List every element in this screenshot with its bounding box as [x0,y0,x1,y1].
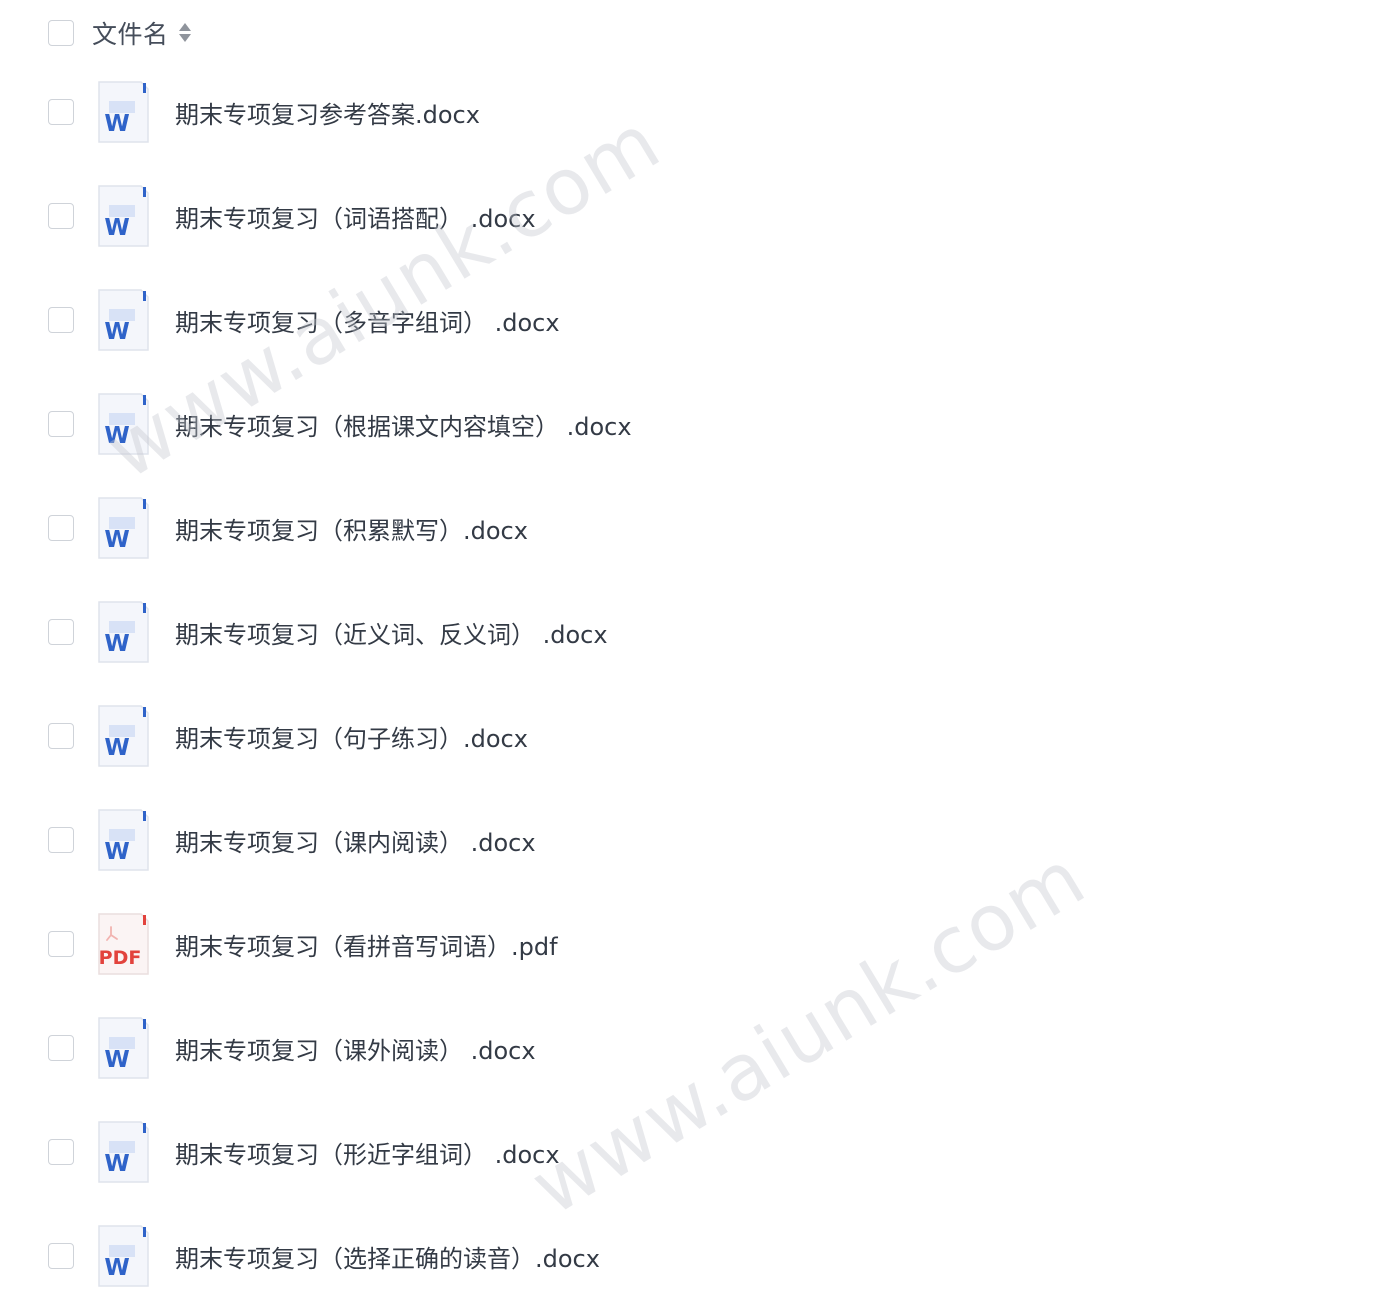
file-row[interactable]: PDF 期末专项复习（看拼音写词语）.pdf [48,913,558,975]
file-row[interactable]: W 期末专项复习（多音字组词） .docx [48,289,560,351]
word-icon-label: W [104,423,129,449]
file-row-checkbox[interactable] [48,203,74,229]
sort-icon[interactable] [178,21,191,45]
file-row-checkbox[interactable] [48,619,74,645]
word-icon-label: W [104,215,129,241]
file-row[interactable]: W 期末专项复习（近义词、反义词） .docx [48,601,608,663]
file-row-checkbox[interactable] [48,307,74,333]
file-name-link[interactable]: 期末专项复习（根据课文内容填空） .docx [175,407,632,442]
file-row-checkbox[interactable] [48,99,74,125]
file-name-link[interactable]: 期末专项复习（课内阅读） .docx [175,823,536,858]
file-row[interactable]: W 期末专项复习（句子练习）.docx [48,705,528,767]
word-file-icon: W [97,601,149,663]
word-file-icon: W [97,1017,149,1079]
word-file-icon: W [97,705,149,767]
file-row[interactable]: W 期末专项复习（课内阅读） .docx [48,809,536,871]
word-file-icon: W [97,393,149,455]
file-row-checkbox[interactable] [48,827,74,853]
file-name-link[interactable]: 期末专项复习（看拼音写词语）.pdf [175,927,558,962]
word-file-icon: W [97,497,149,559]
file-row[interactable]: W 期末专项复习（词语搭配） .docx [48,185,536,247]
word-file-icon: W [97,289,149,351]
word-icon-label: W [104,735,129,761]
file-row[interactable]: W 期末专项复习（课外阅读） .docx [48,1017,536,1079]
file-name-link[interactable]: 期末专项复习（形近字组词） .docx [175,1135,560,1170]
select-all-checkbox[interactable] [48,20,74,46]
column-header-filename[interactable]: 文件名 [92,15,169,51]
file-row-checkbox[interactable] [48,723,74,749]
word-file-icon: W [97,1121,149,1183]
file-row[interactable]: W 期末专项复习（选择正确的读音）.docx [48,1225,600,1287]
file-row-checkbox[interactable] [48,411,74,437]
file-name-link[interactable]: 期末专项复习（课外阅读） .docx [175,1031,536,1066]
word-file-icon: W [97,185,149,247]
word-icon-label: W [104,111,129,137]
file-row-checkbox[interactable] [48,931,74,957]
file-row[interactable]: W 期末专项复习参考答案.docx [48,81,480,143]
pdf-file-icon: PDF [97,913,149,975]
word-icon-label: W [104,1151,129,1177]
word-icon-label: W [104,1047,129,1073]
file-list-header: 文件名 [48,14,191,52]
word-icon-label: W [104,839,129,865]
file-row-checkbox[interactable] [48,1139,74,1165]
file-row[interactable]: W 期末专项复习（积累默写）.docx [48,497,528,559]
word-file-icon: W [97,809,149,871]
word-icon-label: W [104,319,129,345]
file-name-link[interactable]: 期末专项复习（句子练习）.docx [175,719,528,754]
file-name-link[interactable]: 期末专项复习（积累默写）.docx [175,511,528,546]
pdf-icon-label: PDF [99,947,142,969]
file-name-link[interactable]: 期末专项复习参考答案.docx [175,95,480,130]
word-icon-label: W [104,631,129,657]
file-row-checkbox[interactable] [48,515,74,541]
file-name-link[interactable]: 期末专项复习（近义词、反义词） .docx [175,615,608,650]
file-row-checkbox[interactable] [48,1243,74,1269]
file-row-checkbox[interactable] [48,1035,74,1061]
file-name-link[interactable]: 期末专项复习（选择正确的读音）.docx [175,1239,600,1274]
word-icon-label: W [104,1255,129,1281]
file-name-link[interactable]: 期末专项复习（多音字组词） .docx [175,303,560,338]
file-list: 文件名 W 期末专项复习参考答案.docx W 期末专项复习（词语搭配） .docx W… [0,0,1384,1294]
file-row[interactable]: W 期末专项复习（形近字组词） .docx [48,1121,560,1183]
word-file-icon: W [97,81,149,143]
file-name-link[interactable]: 期末专项复习（词语搭配） .docx [175,199,536,234]
word-icon-label: W [104,527,129,553]
file-row[interactable]: W 期末专项复习（根据课文内容填空） .docx [48,393,632,455]
word-file-icon: W [97,1225,149,1287]
